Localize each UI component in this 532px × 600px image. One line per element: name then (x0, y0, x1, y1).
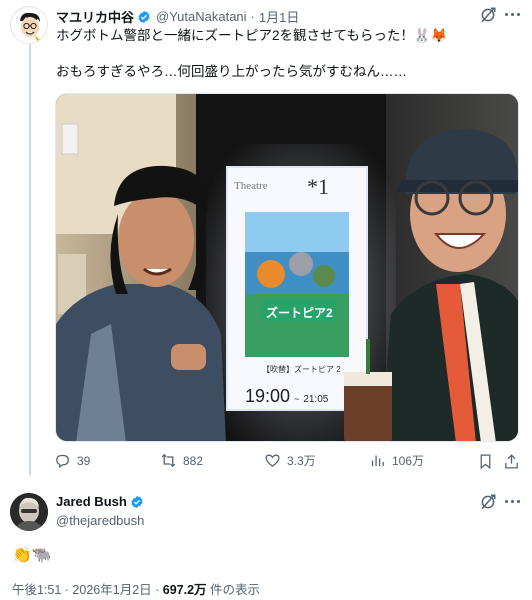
tweet-header: マユリカ中谷 @YutaNakatani · 1月1日 (56, 7, 299, 26)
more-options-icon[interactable] (505, 13, 520, 16)
showtime: 19:00 ~ 21:05 (245, 386, 328, 407)
avatar-illustration-icon (12, 8, 47, 43)
reply-views-suffix: 件の表示 (206, 583, 261, 597)
showtime-start: 19:00 (245, 386, 291, 406)
reply-text: 👏🐃 (12, 547, 52, 564)
tweet-text-line1: ホグボトム警部と一緒にズートピア2を観させてもらった！🐰🦊 (56, 28, 448, 43)
thread-line (29, 44, 31, 475)
reply-button[interactable]: 39 (54, 452, 90, 469)
tweet-photo[interactable]: Theatre *1 ズートピア2 【吹替】ズートピア 2 19:00 ~ 21… (55, 93, 519, 442)
reply-handle-row: @thejaredbush (56, 513, 144, 528)
heart-icon (265, 454, 280, 467)
reply-header: Jared Bush (56, 494, 144, 509)
like-button[interactable]: 3.3万 (264, 452, 316, 469)
tweet-action-bar: 39 882 3.3万 106万 (54, 452, 520, 474)
reply-handle[interactable]: @thejaredbush (56, 513, 144, 528)
views-button[interactable]: 106万 (369, 452, 424, 469)
avatar-mayurika[interactable] (10, 6, 48, 44)
repost-button[interactable]: 882 (160, 452, 203, 469)
display-name[interactable]: マユリカ中谷 (56, 7, 134, 26)
tweet-time[interactable]: 1月1日 (259, 7, 299, 26)
showtime-end: 21:05 (303, 394, 329, 405)
avatar-photo-icon (10, 493, 48, 531)
grok-icon[interactable] (479, 493, 497, 511)
theatre-label: Theatre (234, 180, 268, 192)
reply-icon (56, 454, 69, 469)
separator-dot: · (250, 9, 255, 24)
views-chart-icon (371, 455, 384, 467)
poster-caption: 【吹替】ズートピア 2 (262, 365, 341, 374)
repost-icon (161, 453, 176, 468)
views-count: 106万 (392, 454, 425, 468)
tweet-text-line2: おもろすぎるやろ…何回盛り上がったら気がすむねん…… (56, 64, 407, 79)
reply-count: 39 (77, 453, 91, 468)
avatar-jared-bush[interactable] (10, 493, 48, 531)
more-options-icon[interactable] (505, 500, 520, 503)
share-icon[interactable] (503, 453, 520, 470)
verified-badge-icon (131, 495, 143, 508)
handle[interactable]: @YutaNakatani (156, 9, 247, 24)
bookmark-icon[interactable] (477, 453, 494, 470)
reply-meta: 午後1:51 · 2026年1月2日 · 697.2万 件の表示 (12, 579, 260, 598)
reply-timestamp[interactable]: 午後1:51 · 2026年1月2日 · (12, 583, 163, 597)
grok-icon[interactable] (479, 6, 497, 24)
poster-title: ズートピア2 (266, 306, 333, 320)
reply-views-count: 697.2万 (162, 583, 207, 597)
reply-display-name[interactable]: Jared Bush (56, 494, 127, 509)
repost-count: 882 (183, 453, 204, 468)
showtime-separator: ~ (294, 394, 300, 404)
theatre-number: *1 (307, 174, 329, 199)
like-count: 3.3万 (287, 454, 316, 468)
verified-badge-icon (138, 10, 150, 23)
